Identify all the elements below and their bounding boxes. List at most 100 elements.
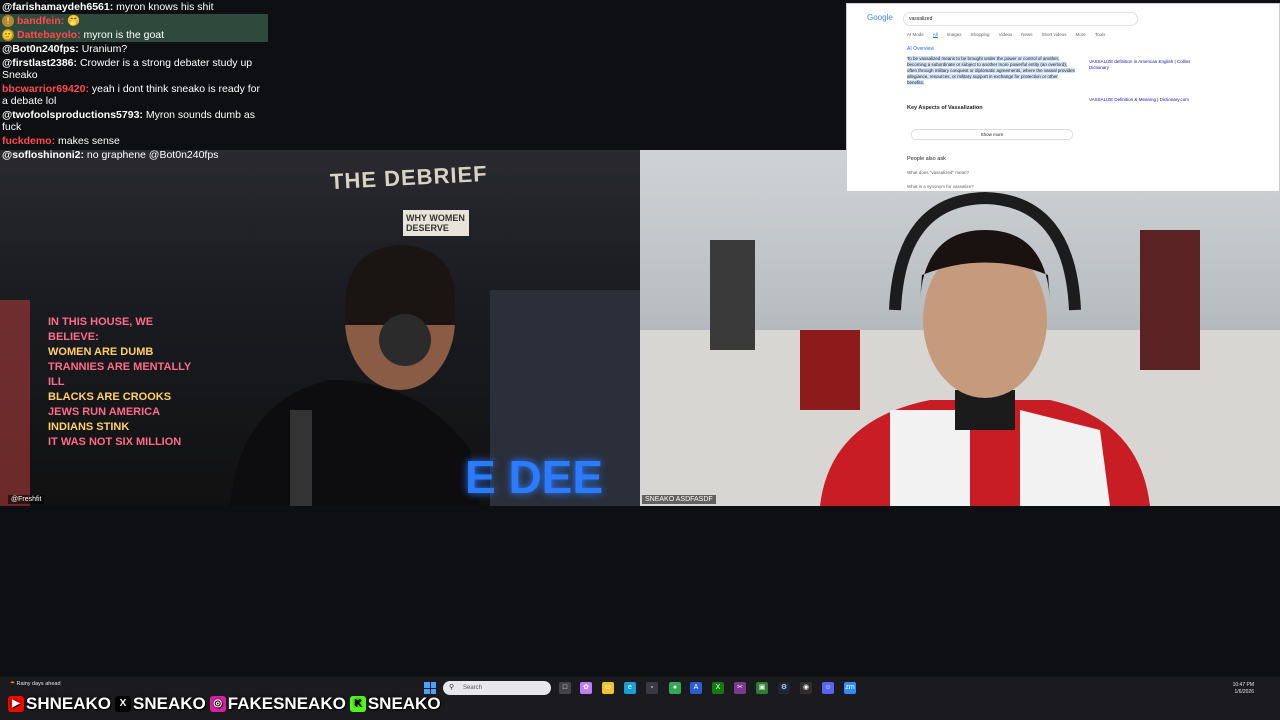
question-1[interactable]: What does "vassalized" mean? xyxy=(907,170,969,175)
chat-text: no graphene @Bot0n240fps xyxy=(86,149,219,162)
neon-line: IN THIS HOUSE, WE BELIEVE: xyxy=(48,316,154,343)
kick-icon: K xyxy=(349,696,366,712)
zoom-icon[interactable]: zm xyxy=(844,682,856,694)
chat-text: myron is the goat xyxy=(83,29,165,42)
chat-username[interactable]: @Bot0n240fps: xyxy=(2,43,79,55)
chat-message: @twofoolsproductions5793: Myron sounds d… xyxy=(0,108,268,134)
social-handle: ◎ FAKESNEAKO xyxy=(209,694,346,714)
chat-badge-icon: 🙂 xyxy=(2,29,14,42)
clock-time: 10:47 PM xyxy=(1232,682,1254,688)
chat-text: 🤭 xyxy=(67,15,81,27)
edit-app-icon[interactable]: A xyxy=(690,682,702,694)
side-results: VASSALIZE definition in American English… xyxy=(1089,59,1199,103)
side-result-2[interactable]: VASSALIZE Definition & Meaning | Diction… xyxy=(1089,97,1199,103)
store-icon[interactable]: ▫ xyxy=(646,682,658,694)
chat-username[interactable]: @firstlast2386: xyxy=(2,57,77,69)
taskbar-search-placeholder: Search xyxy=(463,685,483,691)
xbox-icon[interactable]: X xyxy=(712,682,724,694)
chat-message: @Bot0n240fps: Uranium? xyxy=(0,42,268,56)
chat-username[interactable]: @sofloshinoni2: xyxy=(2,149,84,161)
social-label: SHNEAKO xyxy=(26,694,112,713)
left-video-feed: THE DEBRIEF WHY WOMEN DESERVE IN THIS HO… xyxy=(0,150,640,506)
social-handle: ▶ SHNEAKO xyxy=(8,694,111,714)
neon-bottom-sign: E DEE xyxy=(465,451,604,503)
steam-icon[interactable]: ⚙ xyxy=(778,682,790,694)
google-tabs: AI Mode All Images Shopping Videos News Short … xyxy=(907,32,1105,37)
google-tab[interactable]: Videos xyxy=(999,32,1013,37)
chat-text: makes sense xyxy=(58,135,120,148)
neon-line: BLACKS ARE CROOKS xyxy=(48,391,172,403)
google-tab[interactable]: News xyxy=(1021,32,1032,37)
google-tab[interactable]: AI Mode xyxy=(907,32,924,37)
chat-username[interactable]: @twofoolsproductions5793: xyxy=(2,109,143,121)
google-search-input[interactable]: vassalized xyxy=(903,12,1138,26)
chat-text: myron knows his shit xyxy=(116,1,214,13)
right-nameplate: SNEAKO ASDFASDF xyxy=(642,495,716,504)
google-tab[interactable]: All xyxy=(933,32,938,37)
key-aspects-heading: Key Aspects of Vassalization xyxy=(907,105,983,111)
google-tab[interactable]: Short videos xyxy=(1042,32,1067,37)
weather-widget[interactable]: ☂ Rainy days ahead xyxy=(10,681,61,687)
ai-overview-label: AI Overview xyxy=(907,46,934,52)
app-icon[interactable]: ▣ xyxy=(756,682,768,694)
google-logo: Google xyxy=(867,13,893,22)
search-icon: ⚲ xyxy=(449,684,455,691)
chat-overlay: @farishamaydeh6561: myron knows his shit… xyxy=(0,0,268,162)
right-guest-silhouette xyxy=(640,191,1280,506)
neon-sign: IN THIS HOUSE, WE BELIEVE: WOMEN ARE DUMB… xyxy=(48,315,198,450)
chat-text: Uranium? xyxy=(81,43,128,56)
ai-overview-text: To be vassalized means to be brought und… xyxy=(907,56,1075,86)
ai-overview-highlight: To be vassalized means to be brought und… xyxy=(907,56,1075,85)
chat-username[interactable]: bbcwarrior69420: xyxy=(2,83,89,95)
weather-icon: ☂ xyxy=(10,681,15,687)
chat-message: @sofloshinoni2: no graphene @Bot0n240fps xyxy=(0,148,268,162)
google-tab[interactable]: Tools xyxy=(1095,32,1106,37)
left-nameplate: @Freshfit xyxy=(8,495,45,504)
neon-line: JEWS RUN AMERICA xyxy=(48,406,161,418)
chat-message: @firstlast2386: Crowder is a strong deba… xyxy=(0,56,268,82)
book-cover: WHY WOMEN DESERVE xyxy=(403,210,469,236)
people-also-ask-heading: People also ask xyxy=(907,156,946,162)
chat-username[interactable]: Dattebayolo: xyxy=(17,29,81,41)
right-video-feed: SNEAKO ASDFASDF xyxy=(640,150,1280,506)
edge-icon[interactable]: e xyxy=(624,682,636,694)
chat-badge-icon: ! xyxy=(2,15,14,28)
google-tab[interactable]: Images xyxy=(947,32,962,37)
discord-icon[interactable]: ☺ xyxy=(822,682,834,694)
snipping-icon[interactable]: ✂ xyxy=(734,682,746,694)
show-more-button[interactable]: Show more xyxy=(911,129,1073,140)
taskbar-search[interactable]: ⚲ Search xyxy=(443,681,551,695)
youtube-icon: ▶ xyxy=(8,696,24,712)
neon-line: WOMEN ARE DUMB xyxy=(48,346,154,358)
copilot-icon[interactable]: ✿ xyxy=(580,682,592,694)
social-handle: X SNEAKO xyxy=(115,694,206,714)
chat-message: @farishamaydeh6561: myron knows his shit xyxy=(0,0,268,14)
chat-message: fuckdemo: makes sense xyxy=(0,134,268,148)
social-handles: ▶ SHNEAKO X SNEAKO ◎ FAKESNEAKO K SNEAKO xyxy=(8,693,441,715)
google-tab[interactable]: More xyxy=(1076,32,1086,37)
chat-username[interactable]: bandfein: xyxy=(17,15,64,27)
social-label: SNEAKO xyxy=(367,694,441,713)
chat-message: 🙂 Dattebayolo: myron is the goat xyxy=(0,28,268,43)
neon-line: IT WAS NOT SIX MILLION xyxy=(48,436,182,448)
chat-message: bbcwarrior69420: yeah i dont think sneak… xyxy=(0,82,268,108)
weather-text: Rainy days ahead xyxy=(16,681,61,687)
google-search-window: Google vassalized AI Mode All Images Shoppi… xyxy=(846,3,1280,192)
question-2[interactable]: What is a synonym for vassalize? xyxy=(907,184,974,189)
neon-line: TRANNIES ARE MENTALLY ILL xyxy=(48,361,192,388)
chat-username[interactable]: fuckdemo: xyxy=(2,135,55,147)
x-icon: X xyxy=(115,696,132,712)
chrome-icon[interactable]: ● xyxy=(669,682,681,694)
side-result-1[interactable]: VASSALIZE definition in American English… xyxy=(1089,59,1199,71)
google-tab[interactable]: Shopping xyxy=(971,32,990,37)
social-handle: K SNEAKO xyxy=(349,694,441,714)
social-label: SNEAKO xyxy=(133,694,206,713)
obs-icon[interactable]: ◉ xyxy=(800,682,812,694)
chat-username[interactable]: @farishamaydeh6561: xyxy=(2,1,113,13)
file-explorer-icon[interactable]: ▭ xyxy=(602,682,614,694)
task-view-icon[interactable]: □ xyxy=(559,682,571,694)
social-label: FAKESNEAKO xyxy=(227,694,346,713)
system-clock[interactable]: 10:47 PM 1/6/2026 xyxy=(1233,682,1254,696)
clock-date: 1/6/2026 xyxy=(1234,689,1254,695)
instagram-icon: ◎ xyxy=(209,696,226,712)
